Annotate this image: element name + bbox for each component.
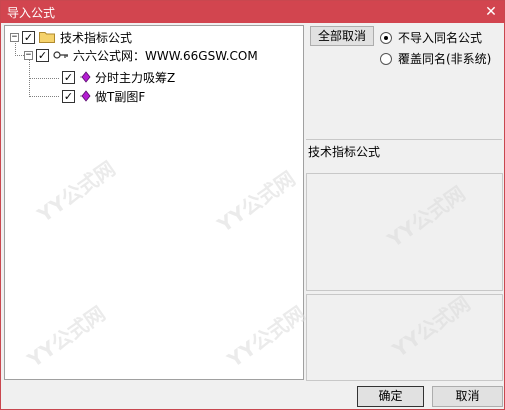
root-checkbox[interactable]: ✓	[22, 30, 35, 44]
close-icon[interactable]: ✕	[480, 1, 502, 23]
radio-skip-duplicates[interactable]: 不导入同名公式	[380, 29, 482, 46]
tree-connector	[29, 96, 59, 97]
tree-connector	[29, 78, 59, 79]
radio-overwrite-duplicates[interactable]: 覆盖同名(非系统)	[380, 50, 491, 67]
cancel-button[interactable]: 取消	[432, 386, 503, 407]
tree-node-label: 分时主力吸筹Z	[95, 70, 176, 85]
radio-button[interactable]	[380, 31, 392, 44]
window-title: 导入公式	[7, 6, 56, 20]
tree-node-root[interactable]: − ✓ 技术指标公式	[10, 28, 132, 46]
formula-checkbox[interactable]: ✓	[62, 89, 75, 103]
formula-gem-icon	[80, 90, 91, 102]
tree-connector	[15, 55, 24, 56]
collapse-icon[interactable]: −	[24, 50, 33, 60]
formula-tree: − ✓ 技术指标公式 − ✓ 六六公式网：WWW.66GSW.COM ✓ 分时主…	[4, 25, 304, 380]
tree-node-label: 六六公式网：WWW.66GSW.COM	[73, 48, 258, 63]
preview-box	[306, 294, 503, 381]
group-checkbox[interactable]: ✓	[36, 48, 49, 62]
tree-node-label: 技术指标公式	[60, 30, 133, 45]
divider	[306, 139, 502, 140]
formula-gem-icon	[80, 71, 91, 83]
tree-node-label: 做T副图F	[95, 89, 146, 104]
ok-button[interactable]: 确定	[357, 386, 424, 407]
category-label: 技术指标公式	[308, 145, 381, 159]
import-formula-dialog: 导入公式 ✕ − ✓ 技术指标公式 − ✓ 六六公式网：WWW.66GSW.CO…	[0, 0, 505, 410]
radio-label: 不导入同名公式	[398, 31, 483, 45]
key-icon	[53, 51, 68, 59]
tree-node-group[interactable]: − ✓ 六六公式网：WWW.66GSW.COM	[24, 46, 258, 64]
title-bar[interactable]: 导入公式 ✕	[1, 1, 504, 23]
folder-icon	[39, 32, 55, 43]
tree-node-formula[interactable]: ✓ 分时主力吸筹Z	[62, 68, 175, 86]
tree-node-formula[interactable]: ✓ 做T副图F	[62, 87, 145, 105]
description-box	[306, 173, 503, 291]
formula-checkbox[interactable]: ✓	[62, 70, 75, 84]
radio-button[interactable]	[380, 52, 392, 65]
radio-label: 覆盖同名(非系统)	[398, 52, 492, 66]
collapse-icon[interactable]: −	[10, 32, 19, 42]
deselect-all-button[interactable]: 全部取消	[310, 26, 374, 46]
